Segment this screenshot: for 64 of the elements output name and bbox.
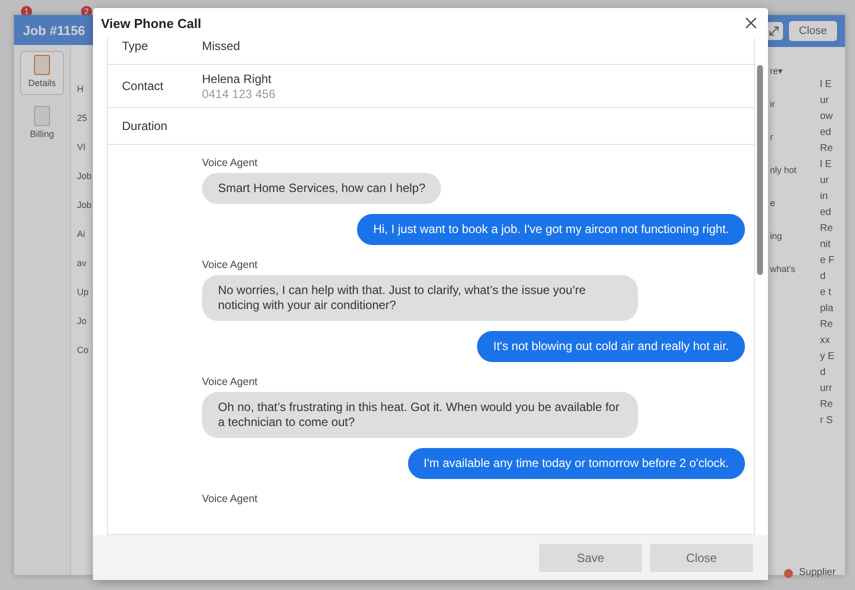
text-fragment: ow	[820, 112, 834, 122]
text-fragment: Up	[77, 288, 90, 297]
text-fragment: Re	[820, 400, 834, 410]
field-value: Helena Right	[202, 72, 272, 86]
field-label: Duration	[122, 119, 168, 133]
message-bubble: I'm available any time today or tomorrow before 2 o'clock.	[408, 448, 745, 479]
text-fragment: l E	[820, 80, 833, 90]
text-fragment: e t	[820, 288, 832, 298]
text-fragment: l E	[820, 160, 833, 170]
text-fragment: ed	[820, 208, 832, 218]
text-fragment: ed	[820, 128, 832, 138]
sender-label: Voice Agent	[202, 157, 258, 169]
field-value: Missed	[202, 39, 240, 53]
close-button[interactable]: Close	[788, 21, 837, 41]
text-fragment: nit	[820, 240, 832, 250]
side-tab[interactable]: Details	[20, 51, 64, 95]
sender-label: Voice Agent	[202, 493, 258, 505]
text-fragment: r	[770, 133, 773, 142]
side-tab[interactable]: Billing	[20, 103, 64, 147]
text-fragment: H	[77, 85, 84, 94]
text-fragment: Re	[820, 144, 834, 154]
text-fragment: Supplier	[799, 568, 836, 578]
text-fragment: Jo	[77, 317, 88, 326]
text-fragment: 25	[77, 114, 88, 123]
scrollbar-thumb[interactable]	[757, 65, 763, 275]
text-fragment: ur	[820, 176, 830, 186]
text-fragment: ing	[770, 232, 782, 241]
message-bubble: No worries, I can help with that. Just to clarify, what’s the issue you’re noticing with your air conditioner?	[202, 275, 638, 321]
message-bubble: Hi, I just want to book a job. I've got my aircon not functioning right.	[357, 214, 745, 245]
document-icon	[34, 106, 50, 126]
text-fragment: in	[820, 192, 829, 202]
message-bubble: Smart Home Services, how can I help?	[202, 173, 442, 204]
phone-number: 0414 123 456	[202, 86, 276, 100]
message-bubble: Oh no, that’s frustrating in this heat. Got it. When would you be available for a technician to come out?	[202, 392, 638, 438]
save-button[interactable]: Save	[539, 544, 642, 572]
text-fragment: d	[820, 368, 827, 378]
text-fragment: urr	[820, 384, 834, 394]
text-fragment: Job	[77, 201, 92, 210]
text-fragment: Re	[820, 224, 834, 234]
sender-label: Voice Agent	[202, 259, 258, 271]
close-button[interactable]: Close	[650, 544, 753, 572]
sender-label: Voice Agent	[202, 376, 258, 388]
clipboard-icon	[34, 55, 50, 75]
text-fragment: what's	[770, 265, 796, 274]
text-fragment: Ai	[77, 230, 86, 239]
text-fragment: e F	[820, 256, 834, 266]
text-fragment: xx	[820, 336, 831, 346]
field-label: Contact	[122, 79, 164, 93]
text-fragment: y E	[820, 352, 834, 362]
text-fragment: Re	[820, 320, 834, 330]
message-bubble: It's not blowing out cold air and really hot air.	[477, 331, 745, 362]
text-fragment: d	[820, 272, 827, 282]
text-fragment: Co	[77, 346, 90, 355]
close-icon[interactable]	[745, 17, 757, 29]
text-fragment: nly hot	[770, 166, 797, 175]
text-fragment: Job	[77, 172, 92, 181]
text-fragment: av	[77, 259, 88, 268]
text-fragment: VI	[77, 143, 87, 152]
text-fragment: e	[770, 199, 776, 208]
text-fragment: ir	[770, 100, 775, 109]
text-fragment: ur	[820, 96, 830, 106]
more-menu[interactable]: re▾	[770, 67, 784, 76]
text-fragment: r S	[820, 416, 834, 426]
text-fragment: pla	[820, 304, 834, 314]
